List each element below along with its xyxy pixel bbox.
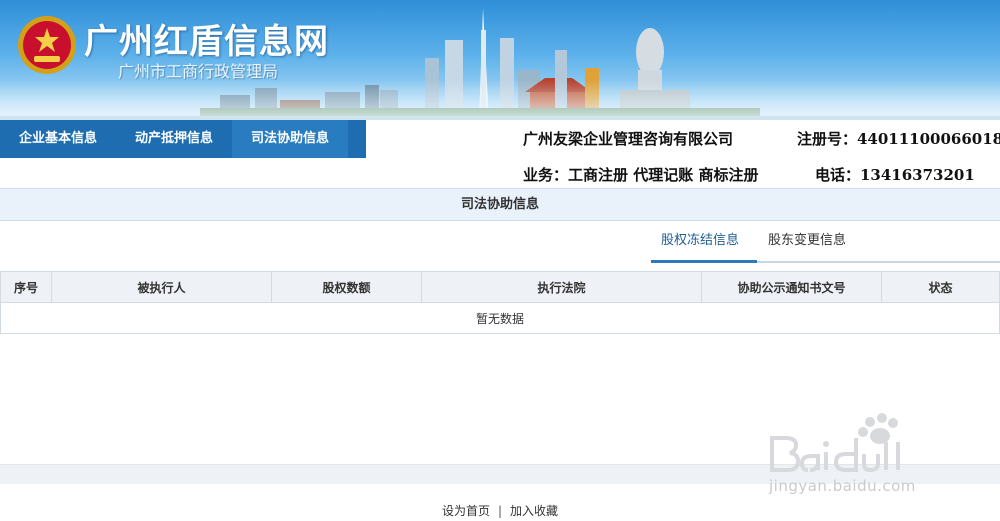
watermark-url: jingyan.baidu.com [769,477,916,495]
table-row: 暂无数据 [0,302,1000,334]
section-title: 司法协助信息 [0,188,1000,221]
add-favorite-link[interactable]: 加入收藏 [510,504,558,518]
set-homepage-link[interactable]: 设为首页 [442,504,490,518]
company-info-row: 业务：工商注册 代理记账 商标注册 电话：13416373201 [0,158,1000,188]
site-subtitle: 广州市工商行政管理局 [118,62,279,81]
business-scope: 业务：工商注册 代理记账 商标注册 [523,166,759,184]
nav-item-chattel-mortgage[interactable]: 动产抵押信息 [116,120,232,158]
footer-separator: | [497,504,503,518]
col-header-notice-number: 协助公示通知书文号 [701,271,882,303]
nav-row: 企业基本信息 动产抵押信息 司法协助信息 广州友梁企业管理咨询有限公司 注册号：… [0,120,1000,158]
banner-haze [0,80,1000,120]
sub-tabs: 股权冻结信息 股东变更信息 [651,222,1000,264]
col-header-equity-amount: 股权数额 [271,271,422,303]
phone-number: 电话：13416373201 [815,166,975,184]
table-header-row: 序号 被执行人 股权数额 执行法院 协助公示通知书文号 状态 [0,271,1000,303]
main-nav: 企业基本信息 动产抵押信息 司法协助信息 [0,120,366,158]
col-header-executed-party: 被执行人 [51,271,272,303]
nav-item-enterprise-info[interactable]: 企业基本信息 [0,120,116,158]
national-emblem-icon [18,16,76,74]
judicial-assistance-table: 序号 被执行人 股权数额 执行法院 协助公示通知书文号 状态 暂无数据 [0,271,1000,334]
col-header-index: 序号 [0,271,52,303]
col-header-status: 状态 [881,271,1000,303]
tab-equity-freeze[interactable]: 股权冻结信息 [661,222,739,262]
header-banner: 广州红盾信息网 广州市工商行政管理局 [0,0,1000,120]
company-name: 广州友梁企业管理咨询有限公司 [523,130,734,148]
site-title: 广州红盾信息网 [84,22,329,62]
nav-item-judicial-assistance[interactable]: 司法协助信息 [232,120,349,158]
empty-message: 暂无数据 [0,302,1000,334]
registration-number: 注册号：440111000660184 [797,130,1000,148]
col-header-executing-court: 执行法院 [421,271,702,303]
tab-shareholder-change[interactable]: 股东变更信息 [768,222,846,262]
footer-links: 设为首页 | 加入收藏 [0,502,1000,519]
